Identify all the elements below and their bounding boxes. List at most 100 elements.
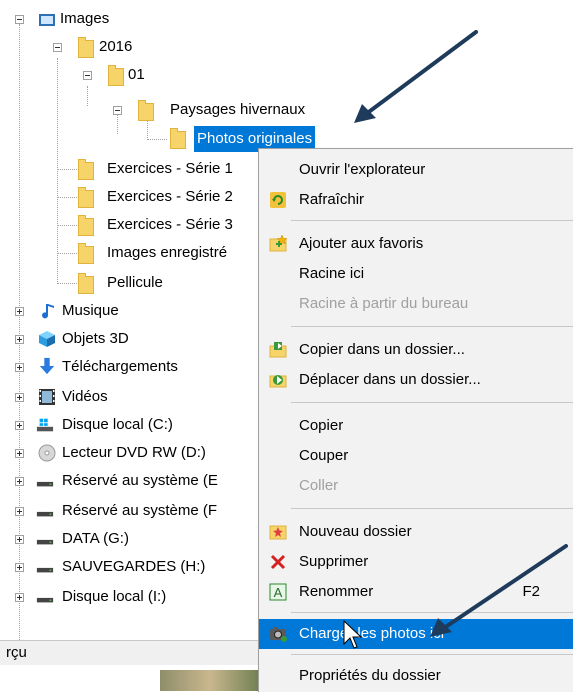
menu-item-label: Supprimer xyxy=(299,553,369,570)
tree-item-images-enregistrees[interactable]: Images enregistré xyxy=(0,240,260,266)
rename-icon: A xyxy=(269,583,287,601)
menu-item-properties[interactable]: Propriétés du dossier xyxy=(259,661,573,691)
expand-toggle[interactable] xyxy=(15,393,24,402)
tree-item-label: Disque local (C:) xyxy=(62,416,173,433)
tree-line xyxy=(57,197,77,198)
tree-item-telechargements[interactable]: Téléchargements xyxy=(0,354,260,380)
menu-item-label: Couper xyxy=(299,447,349,464)
favorites-folder-icon xyxy=(269,235,287,252)
tree-item-label: Paysages hivernaux xyxy=(170,101,306,118)
menu-item-move-to-folder[interactable]: Déplacer dans un dossier... xyxy=(259,365,573,395)
camera-icon xyxy=(270,627,287,642)
menu-item-label: Déplacer dans un dossier... xyxy=(299,371,481,388)
drive-icon xyxy=(36,539,54,545)
tree-item-pellicule[interactable]: Pellicule xyxy=(0,270,260,296)
menu-item-paste[interactable]: Coller xyxy=(259,471,573,501)
drive-icon xyxy=(36,511,54,517)
tree-line xyxy=(57,225,77,226)
tree-item-sauvegardes-h[interactable]: SAUVEGARDES (H:) xyxy=(0,554,260,580)
menu-item-label: Racine à partir du bureau xyxy=(299,295,469,312)
menu-item-copy[interactable]: Copier xyxy=(259,411,573,441)
folder-icon xyxy=(78,187,94,208)
tree-item-dvd[interactable]: Lecteur DVD RW (D:) xyxy=(0,440,260,466)
tree-item-label: Musique xyxy=(62,302,119,319)
menu-item-label: Copier dans un dossier... xyxy=(299,341,465,358)
tree-item-exercices-3[interactable]: Exercices - Série 3 xyxy=(0,212,260,238)
folder-icon xyxy=(78,215,94,236)
menu-item-cut[interactable]: Couper xyxy=(259,441,573,471)
collapse-toggle[interactable] xyxy=(15,15,24,24)
menu-item-add-favorites[interactable]: Ajouter aux favoris xyxy=(259,229,573,259)
collapse-toggle[interactable] xyxy=(83,71,92,80)
tree-item-exercices-2[interactable]: Exercices - Série 2 xyxy=(0,184,260,210)
folder-icon xyxy=(78,159,94,180)
menu-item-label: Coller xyxy=(299,477,339,494)
tree-item-exercices-1[interactable]: Exercices - Série 1 xyxy=(0,156,260,182)
menu-item-label: Rafraîchir xyxy=(299,191,365,208)
menu-item-new-folder[interactable]: Nouveau dossier xyxy=(259,517,573,547)
collapse-toggle[interactable] xyxy=(53,43,62,52)
menu-item-delete[interactable]: Supprimer xyxy=(259,547,573,577)
tree-item-videos[interactable]: Vidéos xyxy=(0,384,260,410)
tree-item-images[interactable]: Images xyxy=(0,6,260,32)
expand-toggle[interactable] xyxy=(15,535,24,544)
expand-toggle[interactable] xyxy=(15,363,24,372)
preview-image xyxy=(160,670,260,691)
tree-item-musique[interactable]: Musique xyxy=(0,298,260,324)
collapse-toggle[interactable] xyxy=(113,106,122,115)
menu-item-label: Propriétés du dossier xyxy=(299,667,441,684)
menu-item-root-desktop[interactable]: Racine à partir du bureau xyxy=(259,289,573,319)
tree-line xyxy=(57,253,77,254)
tree-item-disque-i[interactable]: Disque local (I:) xyxy=(0,584,260,610)
windows-drive-icon xyxy=(36,418,54,432)
tree-item-2016[interactable]: 2016 xyxy=(0,34,260,60)
shortcut-label: F2 xyxy=(522,583,540,600)
tree-item-objets-3d[interactable]: Objets 3D xyxy=(0,326,260,352)
download-arrow-icon xyxy=(39,357,55,375)
cube-icon xyxy=(39,331,55,347)
tree-item-label: Exercices - Série 3 xyxy=(107,216,233,233)
tree-item-reserve-f[interactable]: Réservé au système (F xyxy=(0,498,260,524)
tree-line xyxy=(57,169,77,170)
menu-item-open-explorer[interactable]: Ouvrir l'explorateur xyxy=(259,155,573,185)
tree-item-label: 01 xyxy=(128,66,145,83)
menu-item-root-here[interactable]: Racine ici xyxy=(259,259,573,289)
drive-icon xyxy=(36,567,54,573)
menu-item-label: Ajouter aux favoris xyxy=(299,235,424,252)
menu-item-label: Nouveau dossier xyxy=(299,523,412,540)
expand-toggle[interactable] xyxy=(15,335,24,344)
menu-separator xyxy=(291,220,573,221)
menu-item-label: Renommer xyxy=(299,583,374,600)
tree-item-paysages[interactable]: Paysages hivernaux xyxy=(0,97,360,123)
tree-item-label: DATA (G:) xyxy=(62,530,129,547)
tree-item-label: Images enregistré xyxy=(107,244,228,261)
tree-item-data-g[interactable]: DATA (G:) xyxy=(0,526,260,552)
menu-item-refresh[interactable]: Rafraîchir xyxy=(259,185,573,215)
expand-toggle[interactable] xyxy=(15,563,24,572)
images-folder-icon xyxy=(39,14,55,26)
expand-toggle[interactable] xyxy=(15,477,24,486)
folder-icon xyxy=(170,128,186,149)
menu-item-load-photos[interactable]: Charger les photos ici xyxy=(259,619,573,649)
tree-item-disque-c[interactable]: Disque local (C:) xyxy=(0,412,260,438)
tree-item-label: Images xyxy=(60,10,110,27)
expand-toggle[interactable] xyxy=(15,507,24,516)
context-menu: Ouvrir l'explorateur Rafraîchir Ajouter … xyxy=(258,148,573,692)
drive-icon xyxy=(36,481,54,487)
tree-item-reserve-e[interactable]: Réservé au système (E xyxy=(0,468,260,494)
folder-icon xyxy=(78,37,94,58)
expand-toggle[interactable] xyxy=(15,593,24,602)
expand-toggle[interactable] xyxy=(15,307,24,316)
refresh-icon xyxy=(270,192,286,208)
expand-toggle[interactable] xyxy=(15,449,24,458)
menu-item-label: Ouvrir l'explorateur xyxy=(299,161,426,178)
tree-item-01[interactable]: 01 xyxy=(0,62,260,88)
menu-item-rename[interactable]: A Renommer F2 xyxy=(259,577,573,607)
folder-icon xyxy=(78,243,94,264)
expand-toggle[interactable] xyxy=(15,421,24,430)
menu-item-copy-to-folder[interactable]: Copier dans un dossier... xyxy=(259,335,573,365)
menu-separator xyxy=(291,508,573,509)
tree-item-label: Exercices - Série 1 xyxy=(107,160,233,177)
dvd-disc-icon xyxy=(38,444,56,462)
tree-item-label: SAUVEGARDES (H:) xyxy=(62,558,206,575)
